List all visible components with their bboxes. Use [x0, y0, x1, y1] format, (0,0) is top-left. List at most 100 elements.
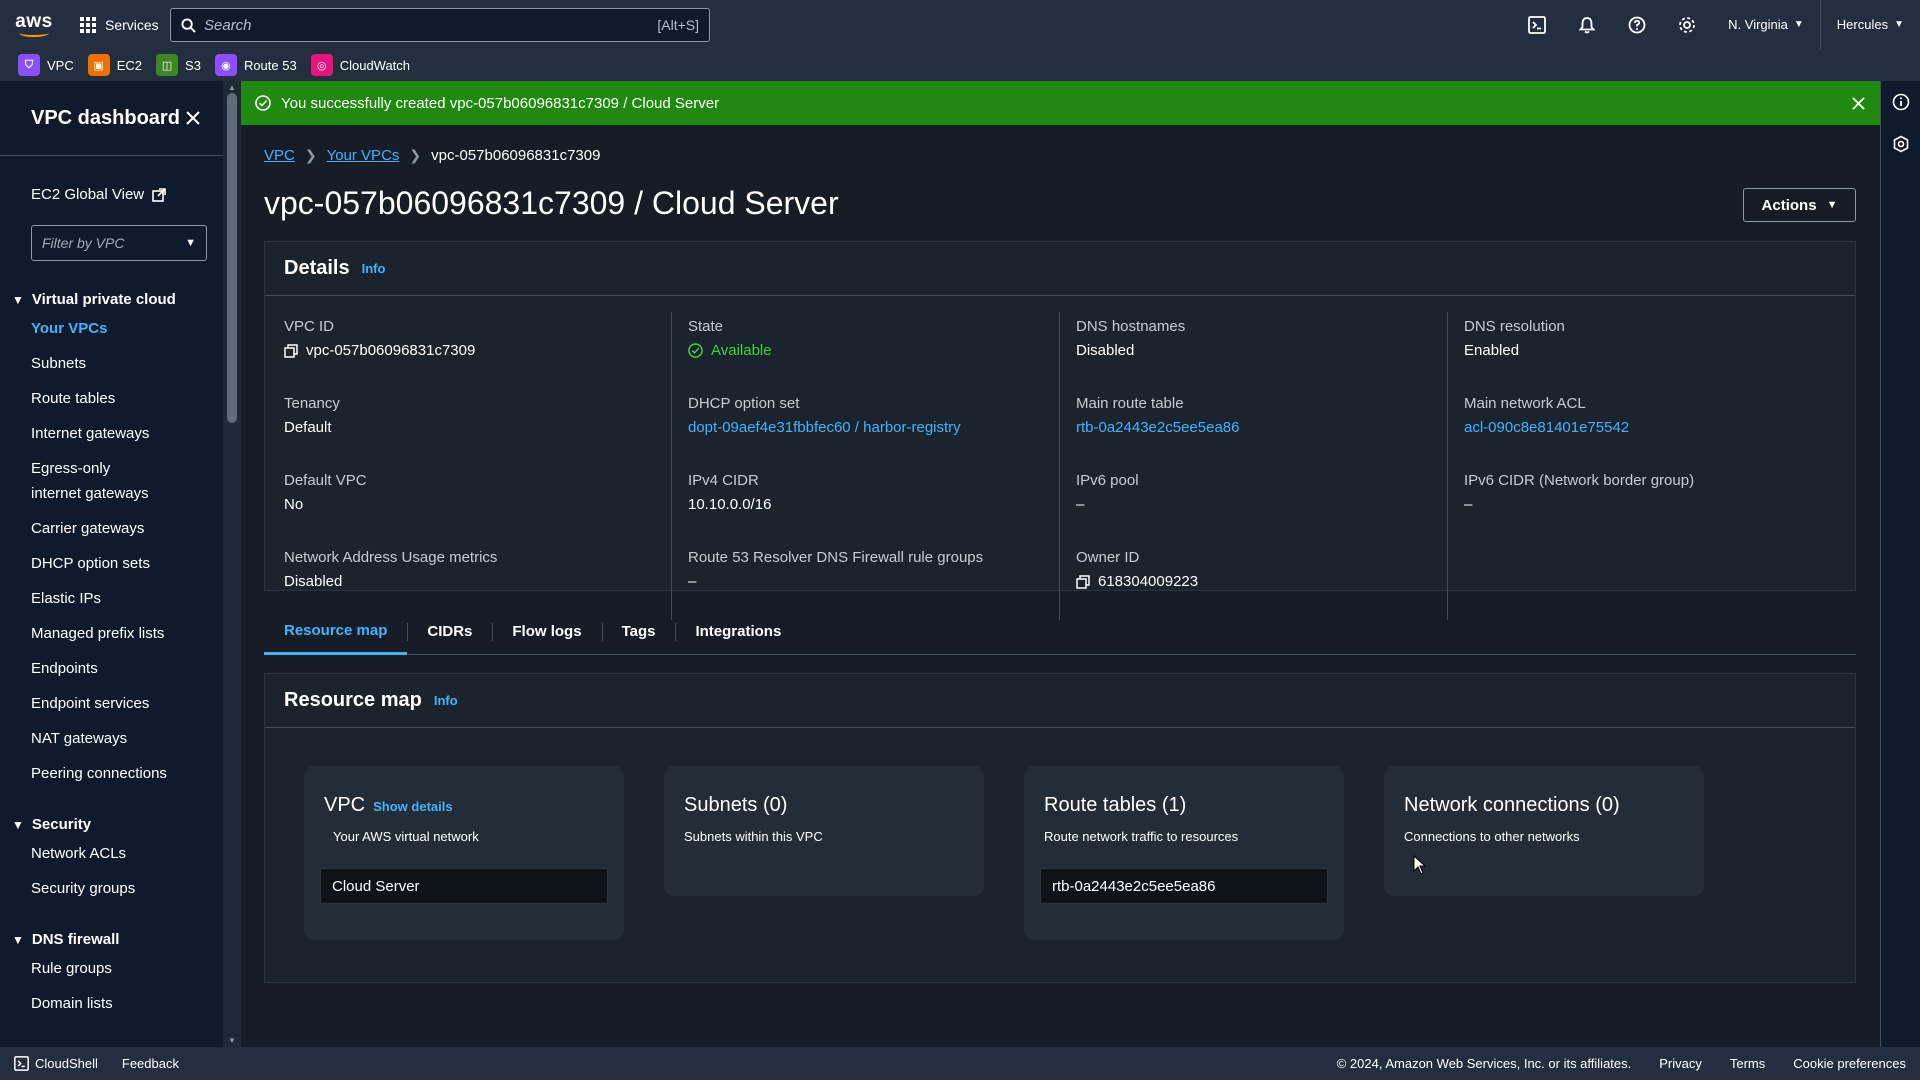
sidebar-item-dhcp-option-sets[interactable]: DHCP option sets	[0, 551, 200, 576]
caret-down-icon: ▼	[12, 932, 24, 947]
caret-down-icon: ▼	[12, 817, 24, 832]
scrollbar-thumb[interactable]	[227, 93, 237, 423]
card-title: Route tables (1)	[1044, 794, 1187, 816]
help-button[interactable]	[1612, 0, 1662, 49]
favorite-ec2[interactable]: ▣ EC2	[87, 54, 142, 76]
sidebar-item-nat-gateways[interactable]: NAT gateways	[0, 726, 200, 751]
ec2-global-view-label: EC2 Global View	[31, 186, 145, 203]
footer-left: CloudShell Feedback	[14, 1056, 179, 1071]
vpc-service-icon: ⛉	[18, 54, 40, 76]
sidebar-item-domain-lists[interactable]: Domain lists	[0, 991, 200, 1016]
field-value: Available	[688, 342, 1043, 359]
sidebar-item-your-vpcs[interactable]: Your VPCs	[0, 316, 200, 341]
services-button[interactable]: Services	[80, 0, 159, 49]
sidebar-section-security[interactable]: ▼ Security	[0, 816, 223, 833]
tab-tags[interactable]: Tags	[601, 609, 676, 655]
tab-resource-map[interactable]: Resource map	[264, 609, 408, 655]
sidebar-item-network-acls[interactable]: Network ACLs	[0, 841, 200, 866]
field-value: 618304009223	[1076, 573, 1431, 590]
details-info-link[interactable]: Info	[362, 261, 386, 276]
sidebar-scrollbar[interactable]: ▲ ▼	[223, 81, 241, 1047]
scroll-up-icon[interactable]: ▲	[228, 83, 236, 92]
ec2-service-icon: ▣	[87, 54, 110, 76]
top-right-controls: N. Virginia ▼ Hercules ▼	[1512, 0, 1920, 49]
search-bar[interactable]: [Alt+S]	[170, 8, 710, 42]
breadcrumb-your-vpcs[interactable]: Your VPCs	[327, 147, 400, 164]
footer-feedback-link[interactable]: Feedback	[122, 1056, 179, 1071]
field-state: State Available	[688, 318, 1043, 389]
field-default-vpc: Default VPC No	[284, 472, 655, 543]
footer-privacy-link[interactable]: Privacy	[1659, 1056, 1702, 1071]
settings-button[interactable]	[1662, 0, 1712, 49]
tab-cidrs[interactable]: CIDRs	[407, 609, 492, 655]
favorite-s3[interactable]: ◫ S3	[156, 54, 201, 76]
card-subtitle: Route network traffic to resources	[1044, 829, 1239, 844]
field-label: Owner ID	[1076, 549, 1140, 566]
field-label: Network Address Usage metrics	[284, 549, 498, 566]
footer-cloudshell-button[interactable]: CloudShell	[14, 1056, 98, 1071]
sidebar-item-carrier-gateways[interactable]: Carrier gateways	[0, 516, 200, 541]
info-panel-button[interactable]	[1881, 81, 1920, 123]
footer-terms-link[interactable]: Terms	[1730, 1056, 1765, 1071]
close-icon[interactable]	[185, 110, 201, 126]
sidebar-item-egress-only-internet-gateways[interactable]: Egress-only internet gateways	[0, 456, 150, 506]
favorite-cloudwatch[interactable]: ◎ CloudWatch	[310, 54, 410, 76]
sidebar-item-peering-connections[interactable]: Peering connections	[0, 761, 200, 786]
footer-right: © 2024, Amazon Web Services, Inc. or its…	[1337, 1056, 1906, 1071]
main-route-table-link[interactable]: rtb-0a2443e2c5ee5ea86	[1076, 419, 1431, 436]
field-main-route-table: Main route table rtb-0a2443e2c5ee5ea86	[1076, 395, 1431, 466]
cloudshell-button[interactable]	[1512, 0, 1562, 49]
breadcrumb-vpc[interactable]: VPC	[264, 147, 295, 164]
info-icon	[1892, 93, 1910, 111]
s3-service-icon: ◫	[156, 54, 179, 76]
region-selector[interactable]: N. Virginia ▼	[1712, 0, 1820, 49]
close-icon[interactable]	[1851, 96, 1866, 111]
card-title: Subnets (0)	[684, 794, 788, 816]
footer-cookie-preferences-link[interactable]: Cookie preferences	[1793, 1056, 1906, 1071]
route-table-chip[interactable]: rtb-0a2443e2c5ee5ea86	[1040, 868, 1328, 904]
sidebar-item-subnets[interactable]: Subnets	[0, 351, 200, 376]
search-icon	[181, 17, 196, 33]
field-value: –	[1076, 496, 1085, 513]
feedback-panel-button[interactable]	[1881, 123, 1920, 165]
notifications-button[interactable]	[1562, 0, 1612, 49]
search-input[interactable]	[204, 16, 658, 34]
dhcp-option-set-link[interactable]: dopt-09aef4e31fbbfec60 / harbor-registry	[688, 419, 1043, 436]
sidebar-section-virtual-private-cloud[interactable]: ▼ Virtual private cloud	[0, 291, 223, 308]
sidebar-item-security-groups[interactable]: Security groups	[0, 876, 200, 901]
vpc-name-chip[interactable]: Cloud Server	[320, 868, 608, 904]
field-dns-hostnames: DNS hostnames Disabled	[1076, 318, 1431, 389]
field-label: IPv6 CIDR (Network border group)	[1464, 472, 1695, 489]
copy-icon[interactable]	[284, 343, 298, 358]
sidebar-item-endpoints[interactable]: Endpoints	[0, 656, 200, 681]
sidebar-item-endpoint-services[interactable]: Endpoint services	[0, 691, 200, 716]
aws-logo[interactable]: aws	[0, 0, 68, 49]
route-tables-card: Route tables (1) Route network traffic t…	[1024, 766, 1344, 940]
chevron-right-icon: ❯	[304, 147, 317, 163]
field-label: State	[688, 318, 724, 335]
tab-integrations[interactable]: Integrations	[675, 609, 801, 655]
sidebar-item-elastic-ips[interactable]: Elastic IPs	[0, 586, 200, 611]
show-details-link[interactable]: Show details	[373, 799, 452, 814]
sidebar-section-dns-firewall[interactable]: ▼ DNS firewall	[0, 931, 223, 948]
sidebar-title[interactable]: VPC dashboard	[31, 107, 180, 130]
actions-button[interactable]: Actions ▼	[1743, 188, 1856, 222]
vpc-card: VPC Show details Your AWS virtual networ…	[304, 766, 624, 940]
tab-flow-logs[interactable]: Flow logs	[492, 609, 601, 655]
sidebar-item-internet-gateways[interactable]: Internet gateways	[0, 421, 200, 446]
favorite-label: VPC	[47, 57, 74, 73]
account-menu[interactable]: Hercules ▼	[1819, 0, 1920, 49]
sidebar-item-rule-groups[interactable]: Rule groups	[0, 956, 200, 981]
scroll-down-icon[interactable]: ▼	[228, 1036, 236, 1045]
favorite-route53[interactable]: ◉ Route 53	[214, 54, 297, 76]
sidebar-item-managed-prefix-lists[interactable]: Managed prefix lists	[0, 621, 200, 646]
main-network-acl-link[interactable]: acl-090c8e81401e75542	[1464, 419, 1820, 436]
breadcrumb: VPC ❯ Your VPCs ❯ vpc-057b06096831c7309	[264, 147, 600, 164]
favorite-vpc[interactable]: ⛉ VPC	[18, 54, 74, 76]
caret-down-icon: ▼	[12, 292, 24, 307]
resource-map-info-link[interactable]: Info	[434, 693, 458, 708]
filter-by-vpc-select[interactable]: Filter by VPC ▼	[31, 225, 207, 261]
sidebar-item-route-tables[interactable]: Route tables	[0, 386, 200, 411]
ec2-global-view-link[interactable]: EC2 Global View	[0, 186, 223, 203]
copy-icon[interactable]	[1076, 574, 1090, 589]
